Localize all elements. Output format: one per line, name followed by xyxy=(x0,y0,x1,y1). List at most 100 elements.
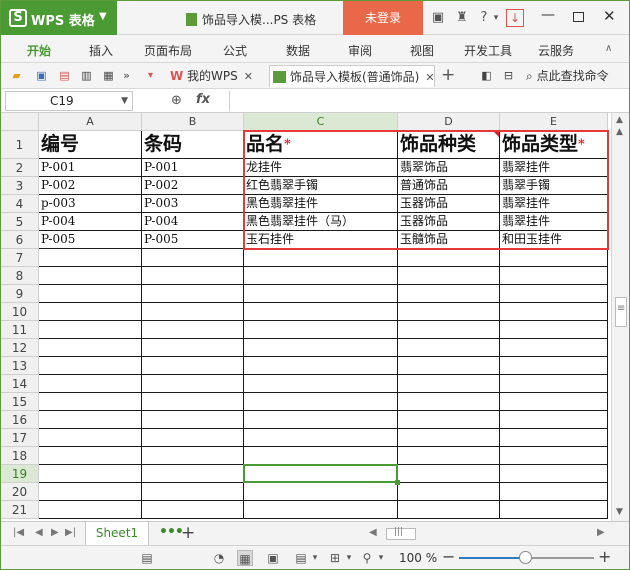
active-cell-outline[interactable] xyxy=(243,464,398,483)
row-header-1[interactable]: 1 xyxy=(1,131,39,159)
scroll-left-icon[interactable]: ◀ xyxy=(369,527,377,538)
cell-e19[interactable] xyxy=(500,465,608,483)
cell-a14[interactable] xyxy=(39,375,142,393)
chevron-down-icon[interactable]: ▾ xyxy=(307,550,323,566)
column-header-c[interactable]: C xyxy=(244,113,398,131)
cell-a18[interactable] xyxy=(39,447,142,465)
cell-c9[interactable] xyxy=(244,285,398,303)
cell-e13[interactable] xyxy=(500,357,608,375)
cell-e8[interactable] xyxy=(500,267,608,285)
protect-view-icon[interactable]: ◔ xyxy=(211,550,227,566)
row-header-18[interactable]: 18 xyxy=(1,447,39,465)
cell-d14[interactable] xyxy=(398,375,500,393)
scroll-thumb[interactable] xyxy=(386,527,416,540)
row-header-9[interactable]: 9 xyxy=(1,285,39,303)
cell-a6[interactable]: P-005 xyxy=(39,231,142,249)
fill-handle[interactable] xyxy=(395,480,400,485)
zoom-slider-knob[interactable] xyxy=(519,551,532,564)
spreadsheet-grid[interactable]: A B C D E 1 2 3 4 5 6 7 8 9 10 11 12 13 14 15 16 17 18 19 20 21 编号… xyxy=(1,113,611,521)
cell-a4[interactable]: p-003 xyxy=(39,195,142,213)
download-icon[interactable]: ↓ xyxy=(506,9,524,27)
login-button[interactable]: 未登录 xyxy=(343,1,423,35)
row-header-20[interactable]: 20 xyxy=(1,483,39,501)
cell-d18[interactable] xyxy=(398,447,500,465)
cell-b19[interactable] xyxy=(142,465,244,483)
row-header-6[interactable]: 6 xyxy=(1,231,39,249)
row-header-12[interactable]: 12 xyxy=(1,339,39,357)
cell-b10[interactable] xyxy=(142,303,244,321)
row-header-8[interactable]: 8 xyxy=(1,267,39,285)
prev-sheet-icon[interactable]: ◀ xyxy=(35,527,43,538)
cell-d1[interactable]: 饰品种类 xyxy=(398,131,500,159)
cell-d3[interactable]: 普通饰品 xyxy=(398,177,500,195)
export-pdf-icon[interactable]: ▤ xyxy=(57,68,72,83)
zoom-percent[interactable]: 100 % xyxy=(399,551,437,565)
close-tab-icon[interactable]: ✕ xyxy=(425,71,434,84)
sheet-tab-sheet1[interactable]: Sheet1 xyxy=(85,522,149,546)
cell-d2[interactable]: 翡翠饰品 xyxy=(398,159,500,177)
cell-d13[interactable] xyxy=(398,357,500,375)
cell-b21[interactable] xyxy=(142,501,244,519)
row-header-7[interactable]: 7 xyxy=(1,249,39,267)
cell-e20[interactable] xyxy=(500,483,608,501)
page-layout-view-icon[interactable]: ▣ xyxy=(265,550,281,566)
comment-indicator-icon[interactable] xyxy=(493,131,499,137)
cell-b5[interactable]: P-004 xyxy=(142,213,244,231)
menu-formulas[interactable]: 公式 xyxy=(223,42,247,59)
cell-a20[interactable] xyxy=(39,483,142,501)
cell-c2[interactable]: 龙挂件 xyxy=(244,159,398,177)
collapse-ribbon-icon[interactable]: ∧ xyxy=(605,43,612,54)
cell-b18[interactable] xyxy=(142,447,244,465)
dropdown-icon[interactable]: ▾ xyxy=(143,68,158,83)
cell-e1[interactable]: 饰品类型* xyxy=(500,131,608,159)
cell-b1[interactable]: 条码 xyxy=(142,131,244,159)
last-sheet-icon[interactable]: ▶| xyxy=(65,527,76,538)
cell-c10[interactable] xyxy=(244,303,398,321)
cell-c18[interactable] xyxy=(244,447,398,465)
cell-a17[interactable] xyxy=(39,429,142,447)
cell-a16[interactable] xyxy=(39,411,142,429)
cell-d19[interactable] xyxy=(398,465,500,483)
add-sheet-button[interactable]: + xyxy=(181,523,195,543)
tab-document[interactable]: 饰品导入模板(普通饰品) ✕ xyxy=(269,65,435,87)
cell-a1[interactable]: 编号 xyxy=(39,131,142,159)
close-button[interactable]: ✕ xyxy=(603,7,616,25)
row-header-21[interactable]: 21 xyxy=(1,501,39,519)
row-header-16[interactable]: 16 xyxy=(1,411,39,429)
magnifier-icon[interactable]: ⊕ xyxy=(171,93,182,108)
minimize-button[interactable]: — xyxy=(541,7,555,23)
menu-home[interactable]: 开始 xyxy=(27,42,51,59)
cell-c16[interactable] xyxy=(244,411,398,429)
cell-d12[interactable] xyxy=(398,339,500,357)
column-header-b[interactable]: B xyxy=(142,113,244,131)
close-tab-icon[interactable]: ✕ xyxy=(244,70,253,83)
calculator-icon[interactable]: ▤ xyxy=(139,550,155,566)
cell-c17[interactable] xyxy=(244,429,398,447)
cell-e12[interactable] xyxy=(500,339,608,357)
cell-b8[interactable] xyxy=(142,267,244,285)
cell-d9[interactable] xyxy=(398,285,500,303)
column-header-d[interactable]: D xyxy=(398,113,500,131)
cell-a21[interactable] xyxy=(39,501,142,519)
app-menu-button[interactable]: S WPS 表格 ▼ xyxy=(1,1,117,35)
cell-c4[interactable]: 黑色翡翠挂件 xyxy=(244,195,398,213)
skin-icon[interactable]: ▣ xyxy=(429,9,447,27)
column-header-a[interactable]: A xyxy=(39,113,142,131)
cell-d21[interactable] xyxy=(398,501,500,519)
formula-input[interactable] xyxy=(229,91,627,111)
menu-insert[interactable]: 插入 xyxy=(89,42,113,59)
cell-c12[interactable] xyxy=(244,339,398,357)
cell-e16[interactable] xyxy=(500,411,608,429)
cell-b6[interactable]: P-005 xyxy=(142,231,244,249)
cell-a15[interactable] xyxy=(39,393,142,411)
cell-d17[interactable] xyxy=(398,429,500,447)
maximize-button[interactable] xyxy=(573,12,584,22)
cell-e6[interactable]: 和田玉挂件 xyxy=(500,231,608,249)
name-box[interactable]: C19 ▼ xyxy=(5,91,133,111)
cell-d20[interactable] xyxy=(398,483,500,501)
command-search[interactable]: ⌕ 点此查找命令 xyxy=(526,67,609,84)
more-sheets-icon[interactable]: ••• xyxy=(159,524,184,540)
cell-b2[interactable]: P-001 xyxy=(142,159,244,177)
chevron-down-icon[interactable]: ▼ xyxy=(121,92,128,110)
next-sheet-icon[interactable]: ▶ xyxy=(51,527,59,538)
